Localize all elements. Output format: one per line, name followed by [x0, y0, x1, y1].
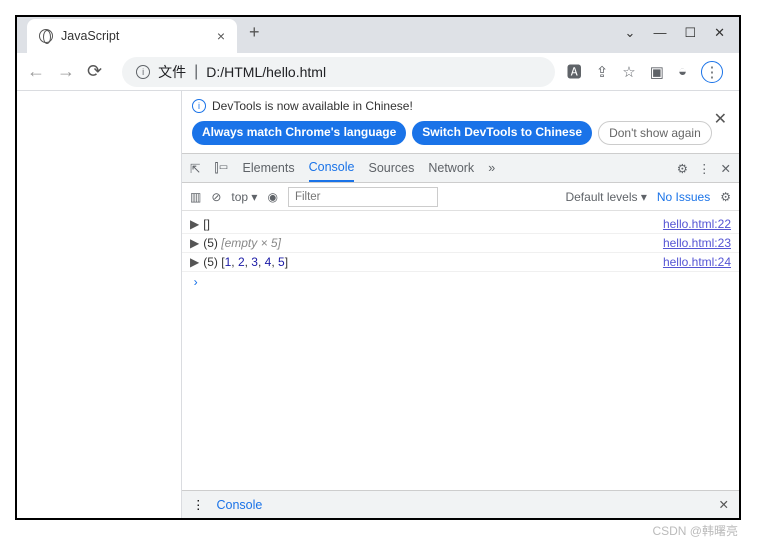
banner-message: DevTools is now available in Chinese! — [212, 99, 413, 113]
back-button[interactable]: ← — [27, 61, 45, 82]
log-content: (5) [empty × 5] — [203, 236, 663, 250]
tab-title: JavaScript — [61, 29, 209, 43]
tab-sources[interactable]: Sources — [368, 155, 414, 181]
language-banner: i DevTools is now available in Chinese! … — [182, 91, 739, 153]
console-output: ▶ [] hello.html:22 ▶ (5) [empty × 5] hel… — [182, 211, 739, 490]
console-row[interactable]: ▶ [] hello.html:22 — [182, 215, 739, 234]
source-link[interactable]: hello.html:22 — [663, 217, 731, 231]
drawer-menu-icon[interactable]: ⋮ — [192, 497, 205, 512]
switch-chinese-button[interactable]: Switch DevTools to Chinese — [412, 121, 592, 145]
maximize-button[interactable]: ☐ — [684, 25, 696, 41]
console-prompt[interactable]: › — [182, 272, 739, 294]
filter-input[interactable] — [288, 187, 438, 207]
minimize-button[interactable]: — — [653, 25, 666, 41]
settings-icon[interactable]: ⚙ — [677, 161, 688, 176]
close-banner-button[interactable]: ✕ — [714, 109, 727, 129]
bookmark-icon[interactable]: ☆ — [622, 63, 635, 81]
url-path: D:/HTML/hello.html — [206, 64, 326, 80]
dont-show-button[interactable]: Don't show again — [598, 121, 712, 145]
source-link[interactable]: hello.html:24 — [663, 255, 731, 269]
panel-icon[interactable]: ▣ — [650, 63, 664, 81]
info-icon: i — [192, 99, 206, 113]
translate-icon[interactable]: 🅰 — [567, 61, 582, 82]
log-levels-selector[interactable]: Default levels ▾ — [565, 190, 646, 204]
expand-icon[interactable]: ▶ — [190, 217, 199, 231]
devtools-panel: i DevTools is now available in Chinese! … — [182, 91, 739, 518]
forward-button[interactable]: → — [57, 61, 75, 82]
log-content: [] — [203, 217, 663, 231]
close-drawer-button[interactable]: ✕ — [719, 497, 729, 512]
info-icon[interactable]: i — [136, 65, 150, 79]
close-tab-button[interactable]: × — [217, 28, 225, 44]
title-bar: ⌄ — ☐ ✕ JavaScript × + — [17, 17, 739, 53]
url-field[interactable]: i 文件 | D:/HTML/hello.html — [122, 57, 555, 87]
expand-icon[interactable]: ▶ — [190, 255, 199, 269]
reload-button[interactable]: ⟳ — [87, 61, 102, 82]
browser-tab[interactable]: JavaScript × — [27, 19, 237, 53]
profile-icon[interactable]: ◒ — [678, 63, 687, 80]
drawer-console-tab[interactable]: Console — [217, 498, 263, 512]
match-language-button[interactable]: Always match Chrome's language — [192, 121, 406, 145]
new-tab-button[interactable]: + — [249, 22, 260, 43]
no-issues-label[interactable]: No Issues — [657, 190, 710, 204]
drawer-bar: ⋮ Console ✕ — [182, 490, 739, 518]
device-icon[interactable]: ⫿▭ — [214, 161, 228, 176]
devtools-tabs: ⇱ ⫿▭ Elements Console Sources Network » … — [182, 153, 739, 183]
tab-console[interactable]: Console — [309, 154, 355, 182]
dropdown-icon[interactable]: ⌄ — [625, 25, 636, 41]
close-devtools-button[interactable]: ✕ — [721, 161, 731, 176]
console-row[interactable]: ▶ (5) [empty × 5] hello.html:23 — [182, 234, 739, 253]
url-file-label: 文件 — [158, 62, 186, 82]
console-toolbar: ▥ ⊘ top ▾ ◉ Default levels ▾ No Issues ⚙ — [182, 183, 739, 211]
more-tabs-button[interactable]: » — [488, 155, 495, 181]
kebab-icon[interactable]: ⋮ — [698, 161, 711, 176]
watermark: CSDN @韩曙亮 — [652, 522, 738, 539]
tab-elements[interactable]: Elements — [243, 155, 295, 181]
live-expression-icon[interactable]: ◉ — [267, 190, 277, 204]
close-window-button[interactable]: ✕ — [714, 25, 725, 41]
globe-icon — [39, 29, 53, 43]
context-selector[interactable]: top ▾ — [231, 190, 257, 204]
page-content — [17, 91, 182, 518]
menu-button[interactable]: ⋮ — [701, 61, 723, 83]
tab-network[interactable]: Network — [428, 155, 474, 181]
expand-icon[interactable]: ▶ — [190, 236, 199, 250]
settings-icon[interactable]: ⚙ — [720, 190, 731, 204]
sidebar-toggle-icon[interactable]: ▥ — [190, 190, 201, 204]
source-link[interactable]: hello.html:23 — [663, 236, 731, 250]
share-icon[interactable]: ⇪ — [596, 63, 609, 81]
log-content: (5) [1, 2, 3, 4, 5] — [203, 255, 663, 269]
clear-console-button[interactable]: ⊘ — [211, 190, 221, 204]
console-row[interactable]: ▶ (5) [1, 2, 3, 4, 5] hello.html:24 — [182, 253, 739, 272]
inspect-icon[interactable]: ⇱ — [190, 161, 200, 176]
address-bar: ← → ⟳ i 文件 | D:/HTML/hello.html 🅰 ⇪ ☆ ▣ … — [17, 53, 739, 91]
